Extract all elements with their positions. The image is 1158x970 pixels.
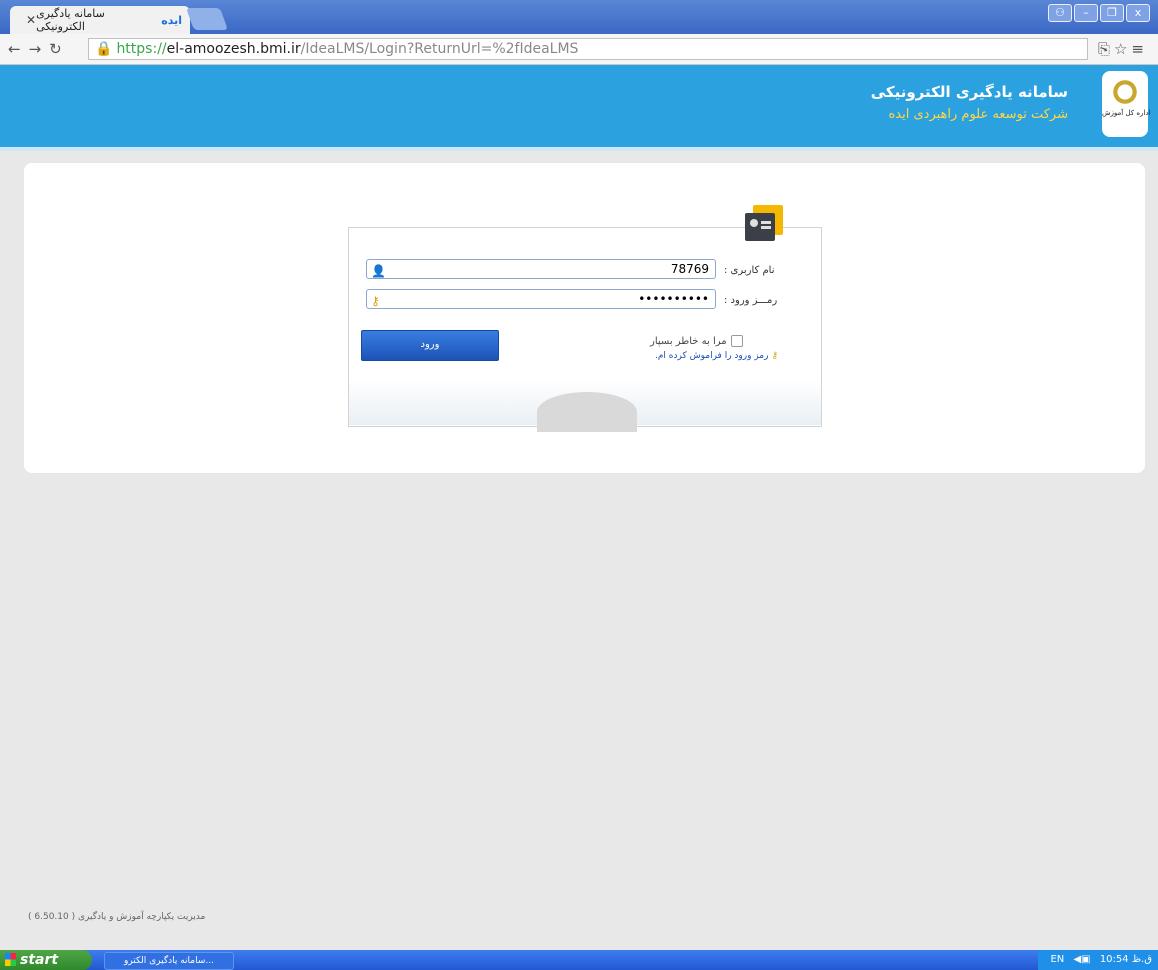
back-arrow-icon[interactable]: ← bbox=[8, 40, 29, 58]
user-icon[interactable]: ⚇ bbox=[1048, 4, 1072, 22]
new-tab-button[interactable] bbox=[185, 8, 229, 30]
username-field[interactable]: 👤 78769 bbox=[366, 259, 716, 279]
window-controls: ⚇ – ❐ x bbox=[1048, 4, 1150, 22]
menu-icon[interactable]: ≡ bbox=[1131, 40, 1148, 58]
bank-logo: اداره کل آموزش bbox=[1102, 71, 1151, 137]
url-path: /IdeaLMS/Login?ReturnUrl=%2fIdeaLMS bbox=[300, 41, 579, 57]
reload-icon[interactable]: ↻ bbox=[49, 40, 70, 58]
password-field[interactable]: ⚷ •••••••••• bbox=[366, 289, 716, 309]
remember-label: مرا به خاطر بسپار bbox=[650, 336, 727, 347]
key-icon: ⚷ bbox=[771, 351, 779, 361]
lock-icon: 🔒 bbox=[95, 41, 113, 57]
tab-close-icon[interactable]: ✕ bbox=[26, 13, 36, 27]
minimize-icon[interactable]: – bbox=[1074, 4, 1098, 22]
username-label: نام کاربری : bbox=[724, 265, 775, 276]
star-icon[interactable]: ☆ bbox=[1114, 40, 1131, 58]
remember-checkbox[interactable] bbox=[730, 335, 743, 347]
windows-flag-icon bbox=[5, 953, 16, 966]
forward-arrow-icon[interactable]: → bbox=[29, 40, 50, 58]
tab-title: سامانه یادگیری الکترونیکی bbox=[36, 7, 105, 33]
close-window-icon[interactable]: x bbox=[1126, 4, 1150, 22]
username-value: 78769 bbox=[670, 262, 709, 276]
site-header: اداره کل آموزش سامانه یادگیری الکترونیکی… bbox=[0, 65, 1158, 151]
system-tray: EN ◀▣ 10:54 ق.ظ bbox=[1038, 950, 1158, 970]
logo-caption: اداره کل آموزش bbox=[1102, 109, 1151, 117]
tab-favicon-icon: ایده bbox=[161, 13, 182, 27]
taskbar-item-browser[interactable]: ...سامانه یادگیری الکترو bbox=[104, 952, 234, 970]
translate-icon[interactable]: ⎘ bbox=[1098, 40, 1114, 58]
forgot-password-link[interactable]: ⚷رمز ورود را فراموش کرده ام. bbox=[655, 351, 778, 361]
remember-me[interactable]: مرا به خاطر بسپار bbox=[650, 335, 743, 347]
nav-buttons: ←→↻ bbox=[8, 40, 70, 58]
language-indicator[interactable]: EN bbox=[1050, 954, 1064, 965]
browser-titlebar: ✕ سامانه یادگیری الکترونیکی ایده ⚇ – ❐ x bbox=[0, 0, 1158, 34]
user-icon: 👤 bbox=[371, 264, 386, 278]
url-input[interactable]: 🔒 https://el-amoozesh.bmi.ir/IdeaLMS/Logi… bbox=[88, 38, 1088, 60]
start-button[interactable]: start bbox=[0, 950, 92, 970]
url-scheme: https bbox=[116, 41, 153, 57]
site-subtitle: شرکت توسعه علوم راهبردی ایده bbox=[888, 107, 1068, 122]
browser-tab[interactable]: ✕ سامانه یادگیری الکترونیکی ایده bbox=[10, 6, 190, 34]
maximize-icon[interactable]: ❐ bbox=[1100, 4, 1124, 22]
site-title: سامانه یادگیری الکترونیکی bbox=[870, 83, 1068, 101]
address-bar: ←→↻ 🔒 https://el-amoozesh.bmi.ir/IdeaLMS/… bbox=[0, 34, 1158, 65]
emblem-icon bbox=[1110, 77, 1140, 107]
url-host: el-amoozesh.bmi.ir bbox=[166, 41, 301, 57]
decorative-hump bbox=[537, 392, 637, 432]
id-card-icon bbox=[741, 205, 787, 245]
version-text: مدیریت یکپارچه آموزش و یادگیری ( 6.50.10… bbox=[28, 912, 206, 922]
toolbar-icons: ⎘☆≡ bbox=[1098, 40, 1148, 58]
clock: 10:54 ق.ظ bbox=[1099, 954, 1152, 965]
login-box-footer bbox=[349, 380, 821, 432]
network-icon[interactable]: ◀▣ bbox=[1073, 954, 1090, 965]
start-label: start bbox=[20, 952, 59, 968]
key-icon: ⚷ bbox=[371, 294, 380, 308]
login-button[interactable]: ورود bbox=[361, 330, 499, 361]
taskbar: start ...سامانه یادگیری الکترو EN ◀▣ 10:… bbox=[0, 950, 1158, 970]
password-label: رمـــز ورود : bbox=[724, 295, 778, 306]
password-value: •••••••••• bbox=[638, 292, 709, 306]
